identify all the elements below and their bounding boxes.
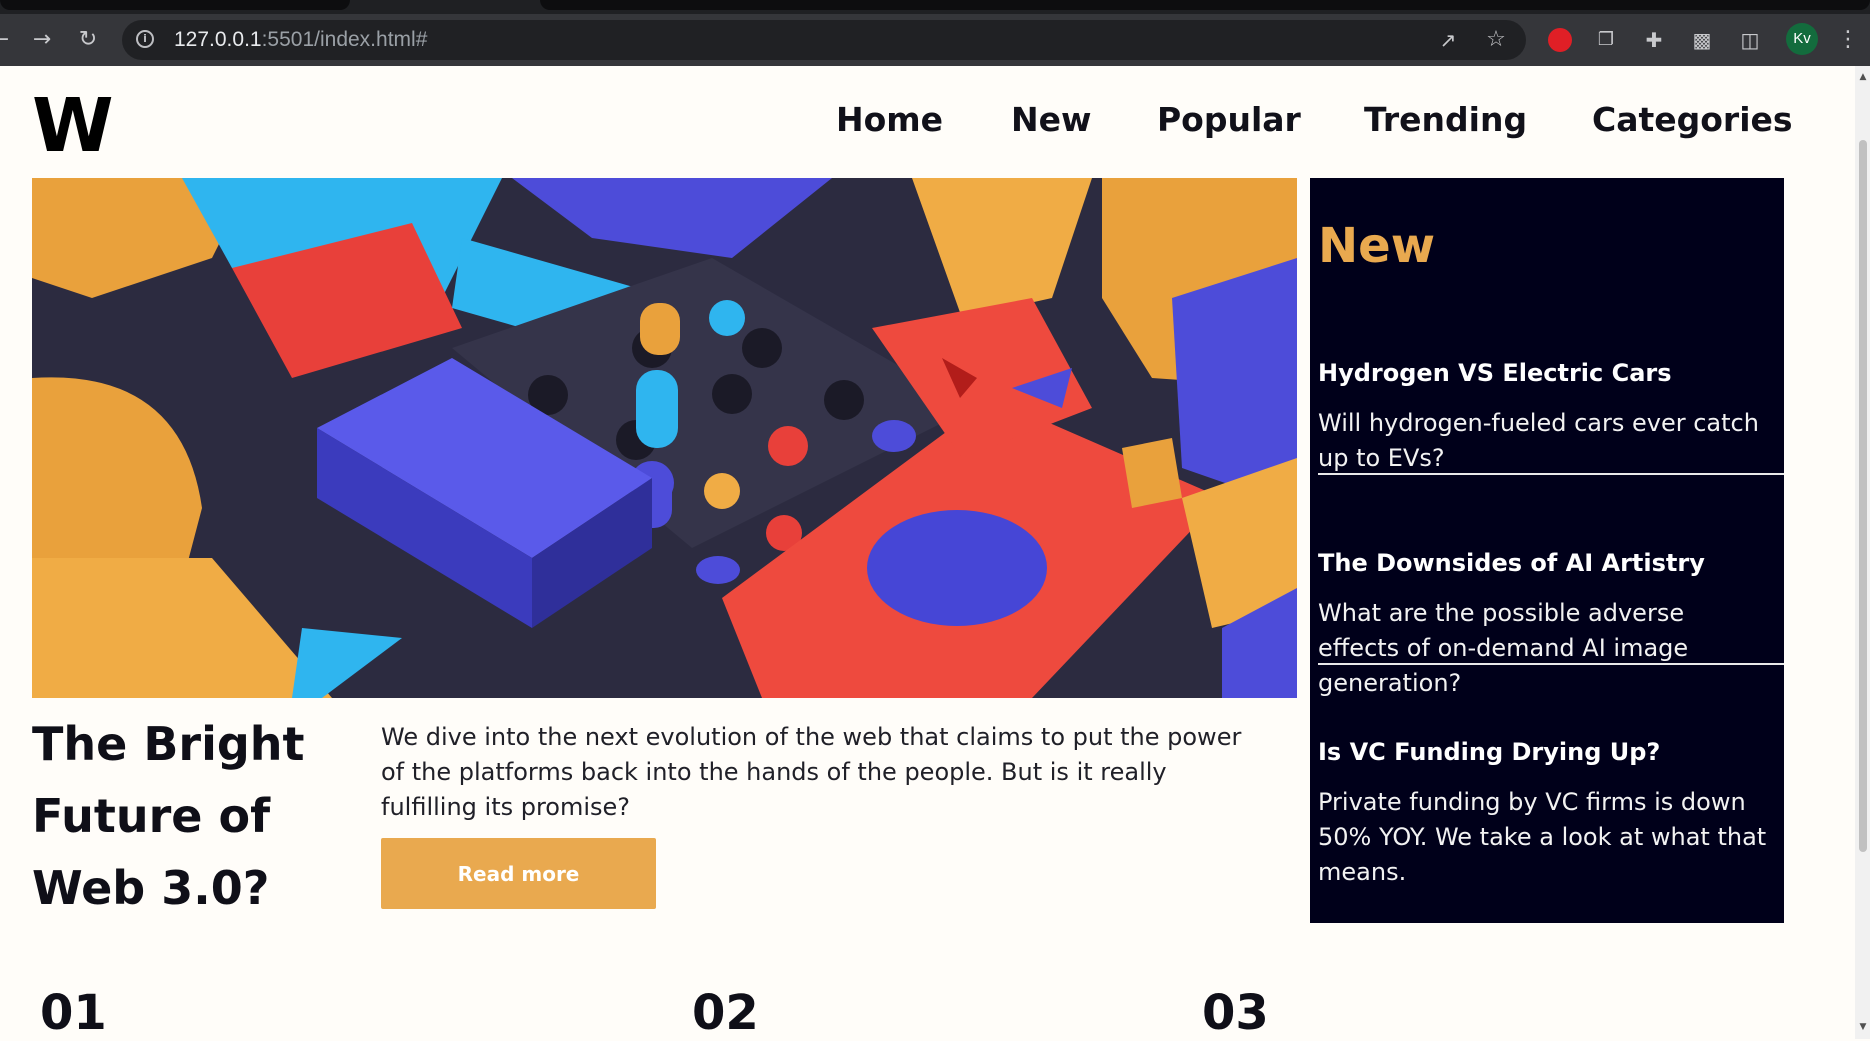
url-text[interactable]: 127.0.0.1:5501/index.html#	[174, 28, 427, 52]
story-divider	[1318, 663, 1784, 665]
nav-trending[interactable]: Trending	[1364, 100, 1527, 139]
url-path: :5501/index.html#	[261, 28, 428, 51]
nav-categories[interactable]: Categories	[1592, 100, 1793, 139]
profile-avatar[interactable]: Kv	[1786, 23, 1818, 55]
story-item[interactable]: Hydrogen VS Electric Cars Will hydrogen-…	[1318, 358, 1784, 476]
story-summary: Private funding by VC firms is down 50% …	[1318, 788, 1767, 886]
scrollbar-thumb[interactable]	[1859, 140, 1867, 852]
bookmark-star-icon[interactable]: ☆	[1482, 26, 1510, 54]
back-icon[interactable]: ←	[0, 26, 14, 54]
story-divider	[1318, 473, 1784, 475]
nav-new[interactable]: New	[1011, 100, 1092, 139]
nav-popular[interactable]: Popular	[1157, 100, 1301, 139]
story-summary: What are the possible adverse effects of…	[1318, 599, 1689, 697]
extension-red-icon[interactable]	[1548, 28, 1572, 52]
forward-icon[interactable]: →	[28, 26, 56, 54]
section-number-02: 02	[692, 985, 759, 1041]
panel-title: New	[1318, 218, 1436, 274]
site-logo[interactable]: W	[32, 86, 114, 166]
address-bar[interactable]: i 127.0.0.1:5501/index.html# ↗ ☆	[122, 20, 1526, 60]
extensions-puzzle-icon[interactable]: ▩	[1688, 26, 1716, 54]
side-panel-icon[interactable]: ◫	[1736, 26, 1764, 54]
story-headline[interactable]: Hydrogen VS Electric Cars	[1318, 358, 1784, 388]
story-item[interactable]: Is VC Funding Drying Up? Private funding…	[1318, 737, 1784, 890]
reload-icon[interactable]: ↻	[74, 26, 102, 54]
url-host: 127.0.0.1	[174, 28, 262, 51]
menu-kebab-icon[interactable]: ⋮	[1834, 26, 1862, 54]
browser-tab-active[interactable]	[540, 0, 1870, 10]
share-icon[interactable]: ↗	[1434, 26, 1462, 54]
extension-copy-icon[interactable]: ❐	[1592, 26, 1620, 54]
story-headline[interactable]: Is VC Funding Drying Up?	[1318, 737, 1784, 767]
section-number-03: 03	[1202, 985, 1269, 1041]
site-info-icon[interactable]: i	[136, 30, 154, 48]
read-more-button[interactable]: Read more	[381, 838, 656, 909]
story-summary: Will hydrogen-fueled cars ever catch up …	[1318, 409, 1759, 472]
scroll-up-icon[interactable]: ▲	[1858, 72, 1868, 82]
browser-toolbar: ← → ↻ i 127.0.0.1:5501/index.html# ↗ ☆ ❐…	[0, 14, 1870, 66]
nav-home[interactable]: Home	[836, 100, 943, 139]
extension-move-icon[interactable]: ✚	[1640, 26, 1668, 54]
browser-tab[interactable]	[0, 0, 350, 10]
tab-strip	[0, 0, 1870, 14]
section-number-01: 01	[40, 985, 107, 1041]
new-stories-panel: New Hydrogen VS Electric Cars Will hydro…	[1310, 178, 1784, 923]
hero-description: We dive into the next evolution of the w…	[381, 723, 1242, 821]
scroll-down-icon[interactable]: ▼	[1858, 1022, 1868, 1032]
hero-title: The Bright Future of Web 3.0?	[32, 717, 305, 915]
story-headline[interactable]: The Downsides of AI Artistry	[1318, 548, 1784, 578]
hero-image	[32, 178, 1297, 698]
story-item[interactable]: The Downsides of AI Artistry What are th…	[1318, 548, 1784, 701]
